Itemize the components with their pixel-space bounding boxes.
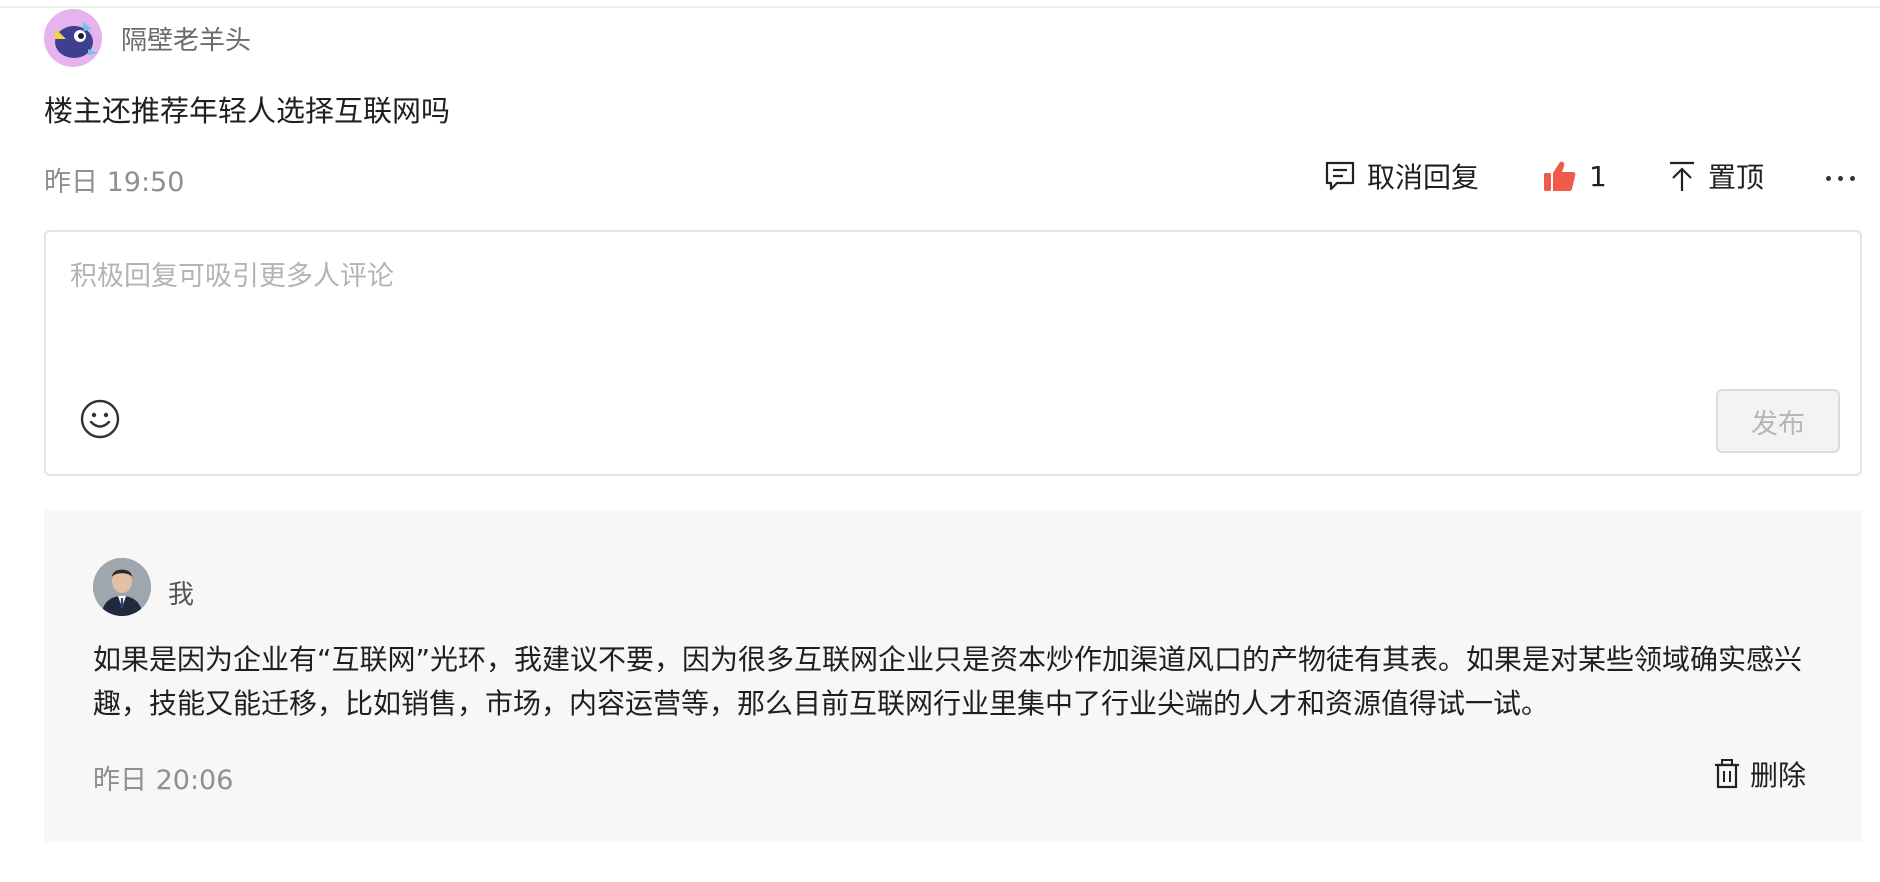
commenter-name[interactable]: 隔壁老羊头: [121, 20, 251, 57]
publish-button[interactable]: 发布: [1716, 389, 1840, 453]
more-options-button[interactable]: [1826, 158, 1855, 198]
like-button[interactable]: 1: [1543, 156, 1607, 196]
cancel-reply-label: 取消回复: [1367, 161, 1480, 194]
cancel-reply-button[interactable]: 取消回复: [1325, 156, 1479, 196]
my-name[interactable]: 我: [168, 574, 194, 611]
reply-text: 如果是因为企业有“互联网”光环，我建议不要，因为很多互联网企业只是资本炒作加渠道…: [93, 643, 1803, 720]
reply-editor: 发布: [44, 230, 1862, 476]
trash-icon: [1715, 759, 1739, 789]
thumbs-up-icon: [1544, 161, 1576, 191]
smiley-icon: [80, 399, 120, 439]
bird-avatar-icon: [44, 9, 102, 67]
emoji-button[interactable]: [79, 398, 121, 440]
comment-time: 昨日 19:50: [44, 167, 185, 198]
reply-item: 我 如果是因为企业有“互联网”光环，我建议不要，因为很多互联网企业只是资本炒作加…: [44, 510, 1862, 842]
commenter-avatar[interactable]: [44, 9, 102, 67]
reply-time: 昨日 20:06: [93, 765, 234, 796]
pin-top-icon: [1670, 161, 1694, 191]
comment-icon: [1325, 161, 1355, 191]
delete-button[interactable]: 删除: [1714, 754, 1806, 794]
like-count: 1: [1589, 159, 1607, 193]
comment-text: 楼主还推荐年轻人选择互联网吗: [44, 94, 451, 128]
delete-label: 删除: [1750, 759, 1807, 792]
more-icon: [1826, 175, 1855, 181]
person-avatar-icon: [93, 558, 151, 616]
pin-button[interactable]: 置顶: [1668, 156, 1764, 196]
reply-input[interactable]: [70, 252, 1770, 300]
my-avatar[interactable]: [93, 558, 151, 616]
top-divider: [0, 6, 1880, 8]
pin-label: 置顶: [1708, 161, 1765, 194]
